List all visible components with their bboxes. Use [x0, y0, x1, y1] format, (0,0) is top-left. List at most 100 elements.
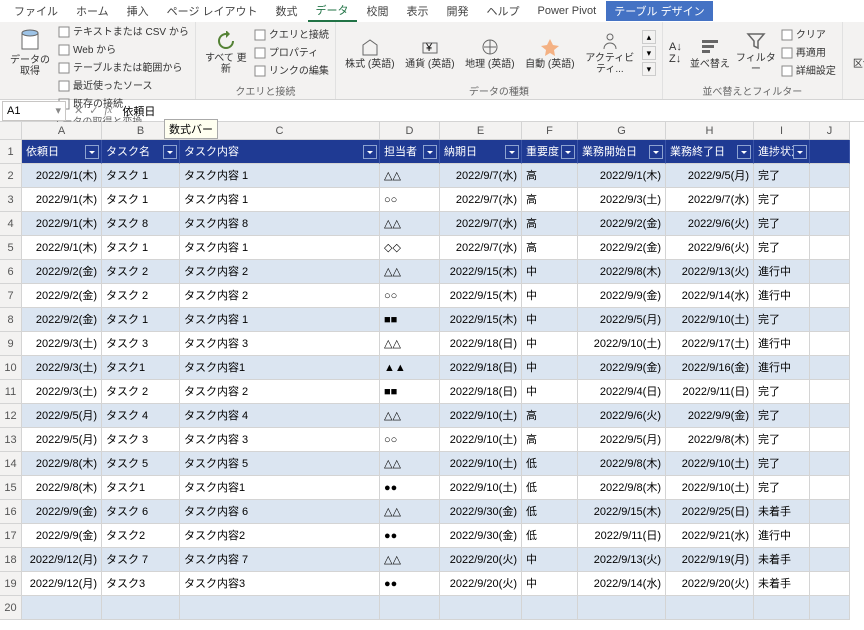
- table-cell[interactable]: タスク 1: [102, 308, 180, 332]
- row-header[interactable]: 14: [0, 452, 22, 476]
- table-header[interactable]: [810, 140, 850, 164]
- table-cell[interactable]: 2022/9/10(土): [440, 452, 522, 476]
- table-header[interactable]: タスク内容: [180, 140, 380, 164]
- table-cell[interactable]: [810, 572, 850, 596]
- filter-dropdown[interactable]: [737, 145, 751, 159]
- col-header[interactable]: G: [578, 122, 666, 140]
- ribbon-cmd[interactable]: Web から: [58, 42, 189, 58]
- row-header[interactable]: 6: [0, 260, 22, 284]
- row-header[interactable]: 5: [0, 236, 22, 260]
- table-cell[interactable]: [754, 596, 810, 620]
- table-cell[interactable]: [810, 428, 850, 452]
- table-cell[interactable]: 2022/9/5(月): [578, 308, 666, 332]
- table-cell[interactable]: 中: [522, 308, 578, 332]
- table-cell[interactable]: タスク 2: [102, 380, 180, 404]
- table-cell[interactable]: 2022/9/3(土): [22, 380, 102, 404]
- table-cell[interactable]: タスク 2: [102, 260, 180, 284]
- row-header[interactable]: 19: [0, 572, 22, 596]
- table-cell[interactable]: 2022/9/1(木): [22, 164, 102, 188]
- table-cell[interactable]: 2022/9/30(金): [440, 500, 522, 524]
- table-cell[interactable]: 2022/9/5(月): [22, 404, 102, 428]
- table-cell[interactable]: 2022/9/5(月): [22, 428, 102, 452]
- filter-button[interactable]: フィルター: [735, 24, 777, 82]
- table-header[interactable]: 進捗状況: [754, 140, 810, 164]
- table-cell[interactable]: 2022/9/11(日): [578, 524, 666, 548]
- tab-3[interactable]: ページ レイアウト: [159, 1, 266, 21]
- row-header[interactable]: 2: [0, 164, 22, 188]
- table-cell[interactable]: 2022/9/4(日): [578, 380, 666, 404]
- ribbon-cmd[interactable]: 再適用: [781, 45, 836, 61]
- table-cell[interactable]: [810, 236, 850, 260]
- table-header[interactable]: 納期日: [440, 140, 522, 164]
- table-cell[interactable]: タスク 6: [102, 500, 180, 524]
- table-cell[interactable]: タスク3: [102, 572, 180, 596]
- table-cell[interactable]: タスク1: [102, 356, 180, 380]
- row-header[interactable]: 11: [0, 380, 22, 404]
- table-cell[interactable]: 2022/9/12(月): [22, 572, 102, 596]
- table-cell[interactable]: [810, 548, 850, 572]
- ribbon-cmd[interactable]: リンクの編集: [254, 63, 329, 79]
- tab-11[interactable]: テーブル デザイン: [606, 1, 712, 21]
- table-cell[interactable]: 進行中: [754, 332, 810, 356]
- table-cell[interactable]: 2022/9/10(土): [440, 476, 522, 500]
- table-cell[interactable]: タスク 1: [102, 236, 180, 260]
- col-header[interactable]: J: [810, 122, 850, 140]
- datatype-1[interactable]: ¥通貨 (英語): [402, 24, 458, 82]
- table-cell[interactable]: 2022/9/13(火): [666, 260, 754, 284]
- table-cell[interactable]: [810, 356, 850, 380]
- table-cell[interactable]: タスク内容 3: [180, 332, 380, 356]
- table-cell[interactable]: △△: [380, 500, 440, 524]
- table-cell[interactable]: タスク内容 6: [180, 500, 380, 524]
- col-header[interactable]: F: [522, 122, 578, 140]
- table-cell[interactable]: ■■: [380, 308, 440, 332]
- row-header[interactable]: 7: [0, 284, 22, 308]
- table-cell[interactable]: 2022/9/10(土): [578, 332, 666, 356]
- table-cell[interactable]: [578, 596, 666, 620]
- tab-5[interactable]: データ: [308, 0, 357, 22]
- tab-6[interactable]: 校閲: [359, 1, 397, 21]
- table-cell[interactable]: ●●: [380, 476, 440, 500]
- table-cell[interactable]: タスク内容 2: [180, 260, 380, 284]
- table-cell[interactable]: 2022/9/11(日): [666, 380, 754, 404]
- text-to-columns-button[interactable]: 区切り位: [849, 24, 864, 82]
- table-cell[interactable]: 2022/9/7(水): [440, 212, 522, 236]
- row-header[interactable]: 3: [0, 188, 22, 212]
- table-cell[interactable]: 2022/9/16(金): [666, 356, 754, 380]
- datatype-0[interactable]: 株式 (英語): [342, 24, 398, 82]
- table-cell[interactable]: 進行中: [754, 284, 810, 308]
- table-cell[interactable]: △△: [380, 260, 440, 284]
- table-cell[interactable]: 2022/9/3(土): [22, 332, 102, 356]
- select-all-corner[interactable]: [0, 122, 22, 140]
- table-cell[interactable]: 2022/9/30(金): [440, 524, 522, 548]
- table-cell[interactable]: タスク内容 1: [180, 188, 380, 212]
- table-cell[interactable]: [180, 596, 380, 620]
- table-cell[interactable]: 2022/9/2(金): [578, 236, 666, 260]
- filter-dropdown[interactable]: [423, 145, 437, 159]
- table-cell[interactable]: 中: [522, 284, 578, 308]
- table-cell[interactable]: タスク 1: [102, 164, 180, 188]
- table-cell[interactable]: 2022/9/2(金): [22, 260, 102, 284]
- table-cell[interactable]: 高: [522, 236, 578, 260]
- table-header[interactable]: 担当者: [380, 140, 440, 164]
- table-cell[interactable]: 2022/9/19(月): [666, 548, 754, 572]
- col-header[interactable]: D: [380, 122, 440, 140]
- table-cell[interactable]: 2022/9/25(日): [666, 500, 754, 524]
- table-cell[interactable]: 2022/9/7(水): [440, 236, 522, 260]
- tab-10[interactable]: Power Pivot: [530, 3, 605, 19]
- table-cell[interactable]: 2022/9/9(金): [666, 404, 754, 428]
- table-cell[interactable]: 2022/9/18(日): [440, 356, 522, 380]
- datatype-3[interactable]: 自動 (英語): [522, 24, 578, 82]
- table-cell[interactable]: 低: [522, 524, 578, 548]
- table-cell[interactable]: 2022/9/1(木): [22, 212, 102, 236]
- row-header[interactable]: 4: [0, 212, 22, 236]
- table-cell[interactable]: タスク内容 8: [180, 212, 380, 236]
- filter-dropdown[interactable]: [561, 145, 575, 159]
- table-cell[interactable]: タスク内容 2: [180, 284, 380, 308]
- table-cell[interactable]: 2022/9/8(木): [666, 428, 754, 452]
- table-cell[interactable]: 中: [522, 260, 578, 284]
- table-cell[interactable]: タスク 4: [102, 404, 180, 428]
- table-cell[interactable]: タスク 3: [102, 332, 180, 356]
- table-cell[interactable]: 進行中: [754, 356, 810, 380]
- tab-9[interactable]: ヘルプ: [479, 1, 528, 21]
- sort-button[interactable]: 並べ替え: [689, 24, 731, 82]
